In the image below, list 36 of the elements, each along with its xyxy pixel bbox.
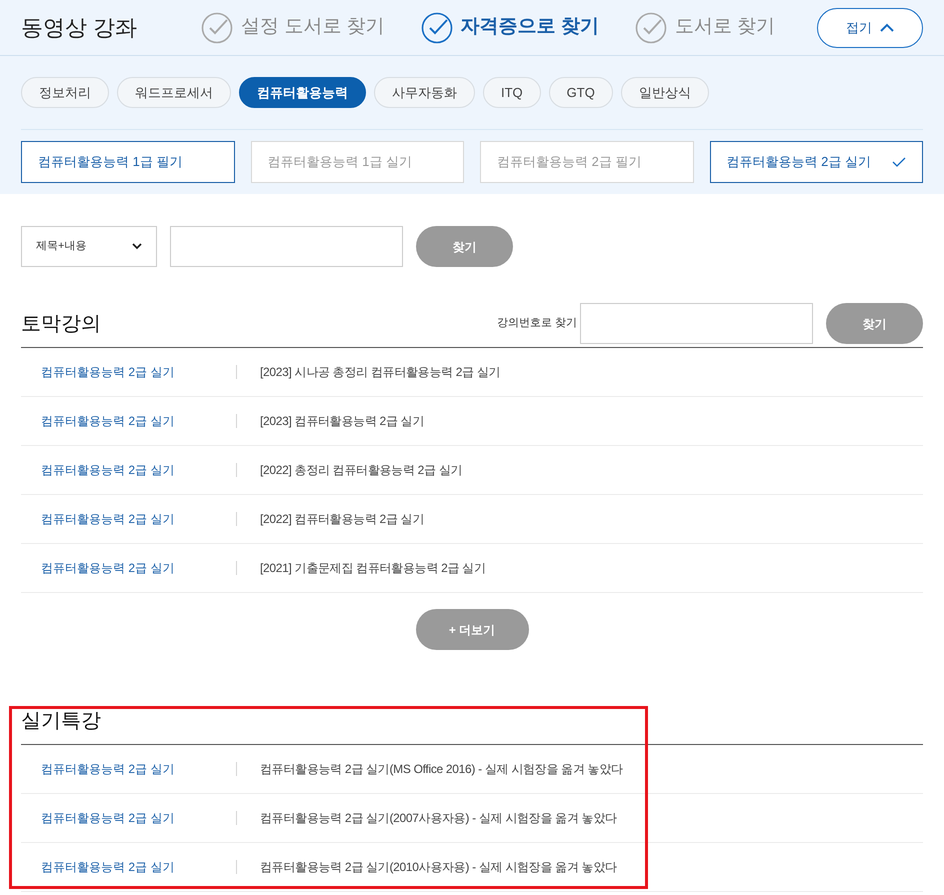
category-chip[interactable]: ITQ [483, 77, 541, 108]
category-chip[interactable]: 컴퓨터활용능력 [239, 77, 366, 108]
section-title: 실기특강 [21, 708, 101, 734]
subject-tab[interactable]: 컴퓨터활용능력 1급 필기 [21, 141, 234, 183]
lecture-title-link[interactable]: [2023] 컴퓨터활용능력 2급 실기 [237, 412, 424, 430]
lecture-category: 컴퓨터활용능력 2급 실기 [40, 511, 176, 528]
lecture-title-link[interactable]: [2021] 기출문제집 컴퓨터활용능력 2급 실기 [237, 559, 486, 577]
lecture-number-field[interactable] [580, 303, 813, 344]
lecture-category: 컴퓨터활용능력 2급 실기 [40, 761, 176, 778]
lecture-category: 컴퓨터활용능력 2급 실기 [40, 462, 176, 479]
chevron-down-icon [132, 243, 142, 250]
lecture-title-link[interactable]: 컴퓨터활용능력 2급 실기(2010사용자용) - 실제 시험장을 옮겨 놓았다 [237, 858, 617, 876]
lecture-category: 컴퓨터활용능력 2급 실기 [40, 413, 176, 430]
section-title: 토막강의 [21, 312, 101, 336]
lecture-title-link[interactable]: [2022] 컴퓨터활용능력 2급 실기 [237, 510, 424, 528]
lecture-title-link[interactable]: [2023] 시나공 총정리 컴퓨터활용능력 2급 실기 [237, 363, 500, 381]
category-chip[interactable]: 정보처리 [21, 77, 109, 108]
lecture-title-link[interactable]: [2022] 총정리 컴퓨터활용능력 2급 실기 [237, 461, 462, 479]
chevron-up-icon [880, 23, 894, 32]
lecture-title-link[interactable]: 컴퓨터활용능력 2급 실기(2007사용자용) - 실제 시험장을 옮겨 놓았다 [237, 809, 617, 827]
lecture-category: 컴퓨터활용능력 2급 실기 [40, 560, 176, 577]
lecture-title-link[interactable]: 컴퓨터활용능력 2급 실기(MS Office 2016) - 실제 시험장을 옮겨 놓았다 [237, 760, 623, 778]
category-chip[interactable]: GTQ [548, 77, 613, 108]
subject-tab[interactable]: 컴퓨터활용능력 2급 실기 [710, 141, 923, 183]
category-chip[interactable]: 사무자동화 [374, 77, 475, 108]
category-chip[interactable]: 워드프로세서 [117, 77, 231, 108]
lecture-category: 컴퓨터활용능력 2급 실기 [40, 810, 176, 827]
lecture-category: 컴퓨터활용능력 2급 실기 [40, 364, 176, 381]
scope-select[interactable]: 제목+내용 [21, 226, 157, 267]
category-chip[interactable]: 일반상식 [620, 77, 709, 108]
search-field[interactable] [170, 226, 403, 267]
lecture-number-label: 강의번호로 찾기 [496, 316, 577, 332]
search-mode-tab[interactable]: 자격증으로 찾기 [420, 12, 599, 44]
page-title: 동영상 강좌 [21, 14, 138, 42]
collapse-button[interactable]: 접기 [817, 8, 923, 48]
lecture-category: 컴퓨터활용능력 2급 실기 [40, 859, 176, 876]
